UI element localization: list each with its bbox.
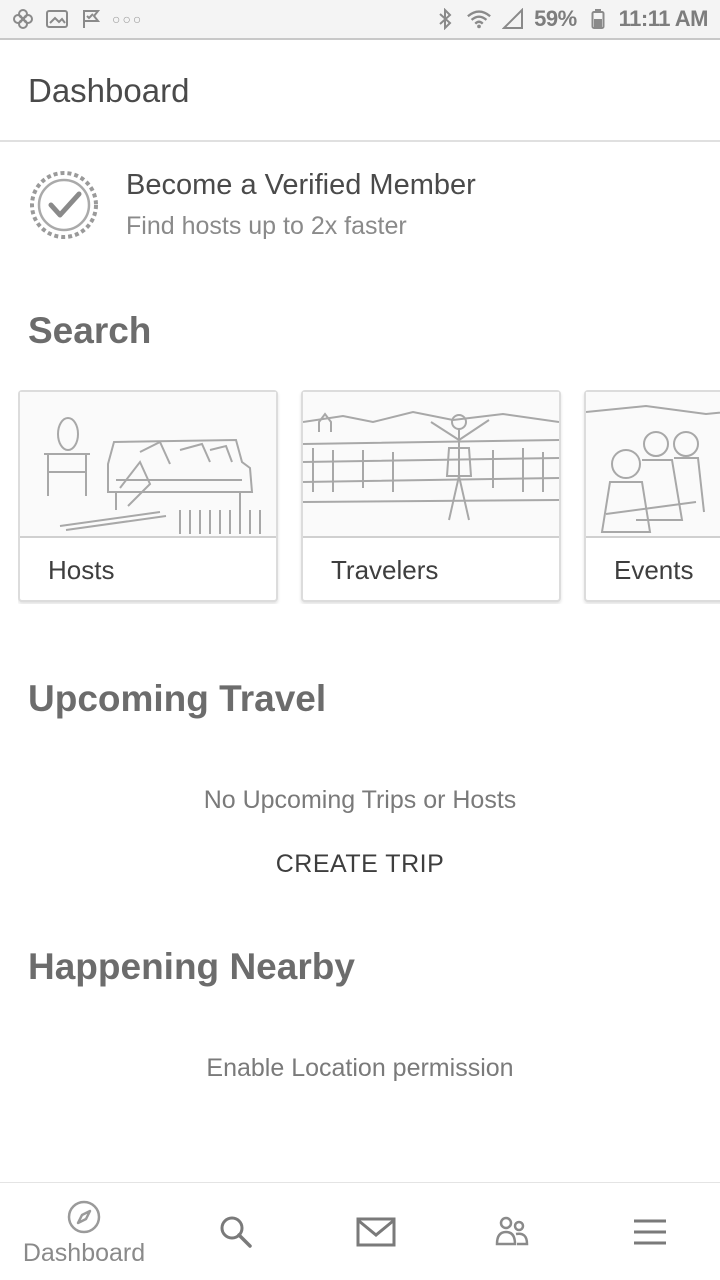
search-icon xyxy=(218,1214,254,1250)
hosts-card-label: Hosts xyxy=(48,554,115,585)
verified-subtitle: Find hosts up to 2x faster xyxy=(126,212,407,240)
pinwheel-icon xyxy=(10,8,36,30)
more-dots-icon: ○○○ xyxy=(112,11,144,27)
travelers-card[interactable]: Travelers xyxy=(301,390,561,602)
create-trip-wrap: CREATE TRIP xyxy=(0,850,720,879)
nav-menu[interactable] xyxy=(614,1183,686,1280)
menu-icon xyxy=(632,1218,668,1246)
status-bar-left: ○○○ xyxy=(10,8,143,30)
compass-icon xyxy=(66,1199,102,1235)
screen: ○○○ 59% 11:11 AM Dashboard Become a Veri… xyxy=(0,0,720,1280)
verified-text: Become a Verified Member Find hosts up t… xyxy=(126,169,476,241)
status-bar-right: 59% 11:11 AM xyxy=(432,6,709,32)
verified-title: Become a Verified Member xyxy=(126,169,476,201)
page-title: Dashboard xyxy=(28,72,190,109)
nav-messages[interactable] xyxy=(340,1183,412,1280)
signal-icon xyxy=(500,8,526,30)
verified-badge-icon xyxy=(26,167,102,243)
bluetooth-icon xyxy=(432,8,458,30)
nav-people[interactable] xyxy=(476,1183,548,1280)
app-bar: Dashboard xyxy=(0,42,720,142)
nav-dashboard-label: Dashboard xyxy=(22,1239,146,1267)
events-card-label: Events xyxy=(614,554,694,585)
battery-percent: 59% xyxy=(534,6,577,31)
mail-icon xyxy=(356,1216,396,1248)
happening-nearby-heading: Happening Nearby xyxy=(28,946,355,987)
enable-location-link[interactable]: Enable Location permission xyxy=(0,1054,720,1083)
image-icon xyxy=(44,8,70,30)
search-cards: Hosts Travelers Events xyxy=(18,390,720,604)
travelers-card-label: Travelers xyxy=(331,554,439,585)
people-icon xyxy=(494,1214,530,1250)
living-room-photo xyxy=(20,392,276,538)
nav-search[interactable] xyxy=(200,1183,272,1280)
no-upcoming-message: No Upcoming Trips or Hosts xyxy=(203,786,517,814)
verified-member-banner[interactable]: Become a Verified Member Find hosts up t… xyxy=(0,150,720,260)
search-heading: Search xyxy=(28,310,152,351)
bottom-nav: Dashboard xyxy=(0,1182,720,1280)
event-photo xyxy=(585,392,720,538)
status-bar: ○○○ 59% 11:11 AM xyxy=(0,0,720,40)
check-flag-icon xyxy=(78,8,104,30)
wifi-icon xyxy=(466,8,492,30)
upcoming-travel-heading: Upcoming Travel xyxy=(28,678,327,719)
create-trip-button[interactable]: CREATE TRIP xyxy=(276,850,445,878)
hosts-card[interactable]: Hosts xyxy=(18,390,278,602)
nav-dashboard[interactable]: Dashboard xyxy=(14,1183,154,1280)
events-card[interactable]: Events xyxy=(584,390,720,602)
battery-icon xyxy=(585,8,611,30)
clock: 11:11 AM xyxy=(618,6,709,31)
traveler-photo xyxy=(302,392,560,538)
